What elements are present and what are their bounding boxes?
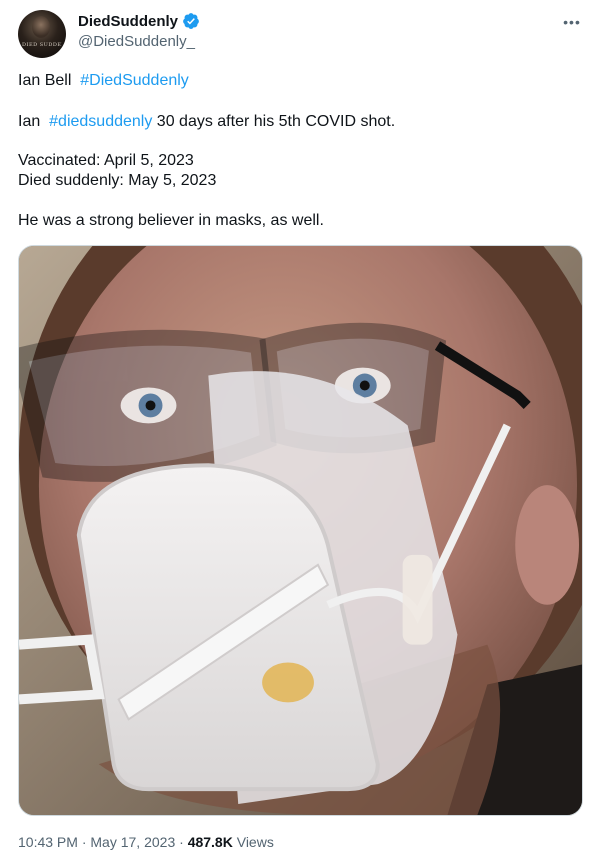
- views-label: Views: [236, 834, 274, 850]
- views-count[interactable]: 487.8K: [188, 834, 233, 850]
- tweet-meta: 10:43 PM · May 17, 2023 · 487.8K Views: [18, 834, 274, 850]
- more-options-icon[interactable]: •••: [562, 12, 582, 32]
- avatar[interactable]: DIED SUDDENLY: [18, 10, 66, 58]
- avatar-face: [32, 16, 50, 38]
- tweet-masks-line: He was a strong believer in masks, as we…: [18, 212, 324, 229]
- photo-illustration: [19, 246, 582, 815]
- tweet-text: 30 days after his 5th COVID shot.: [156, 113, 396, 130]
- author-handle[interactable]: @DiedSuddenly_: [78, 33, 195, 50]
- meta-separator: ·: [81, 834, 87, 850]
- tweet-text: Ian: [18, 113, 41, 130]
- tweet-date[interactable]: May 17, 2023: [90, 834, 175, 850]
- verified-badge-icon[interactable]: [182, 12, 200, 30]
- tweet-text: Ian Bell: [18, 72, 72, 89]
- tweet-line-2: Ian #diedsuddenly 30 days after his 5th …: [18, 113, 395, 131]
- avatar-logo-text: DIED SUDDENLY: [22, 42, 62, 48]
- tweet-died-line: Died suddenly: May 5, 2023: [18, 172, 217, 189]
- meta-separator: ·: [179, 834, 184, 850]
- author-name-row: DiedSuddenly: [78, 12, 200, 30]
- hashtag-link[interactable]: #diedsuddenly: [49, 113, 152, 130]
- hashtag-link[interactable]: #DiedSuddenly: [80, 72, 189, 89]
- tweet-photo[interactable]: [18, 245, 583, 816]
- display-name[interactable]: DiedSuddenly: [78, 13, 178, 30]
- tweet-line-1: Ian Bell #DiedSuddenly: [18, 72, 189, 90]
- tweet-time[interactable]: 10:43 PM: [18, 834, 78, 850]
- tweet-vaccinated-line: Vaccinated: April 5, 2023: [18, 152, 194, 169]
- tweet: DIED SUDDENLY DiedSuddenly @DiedSuddenly…: [0, 0, 600, 854]
